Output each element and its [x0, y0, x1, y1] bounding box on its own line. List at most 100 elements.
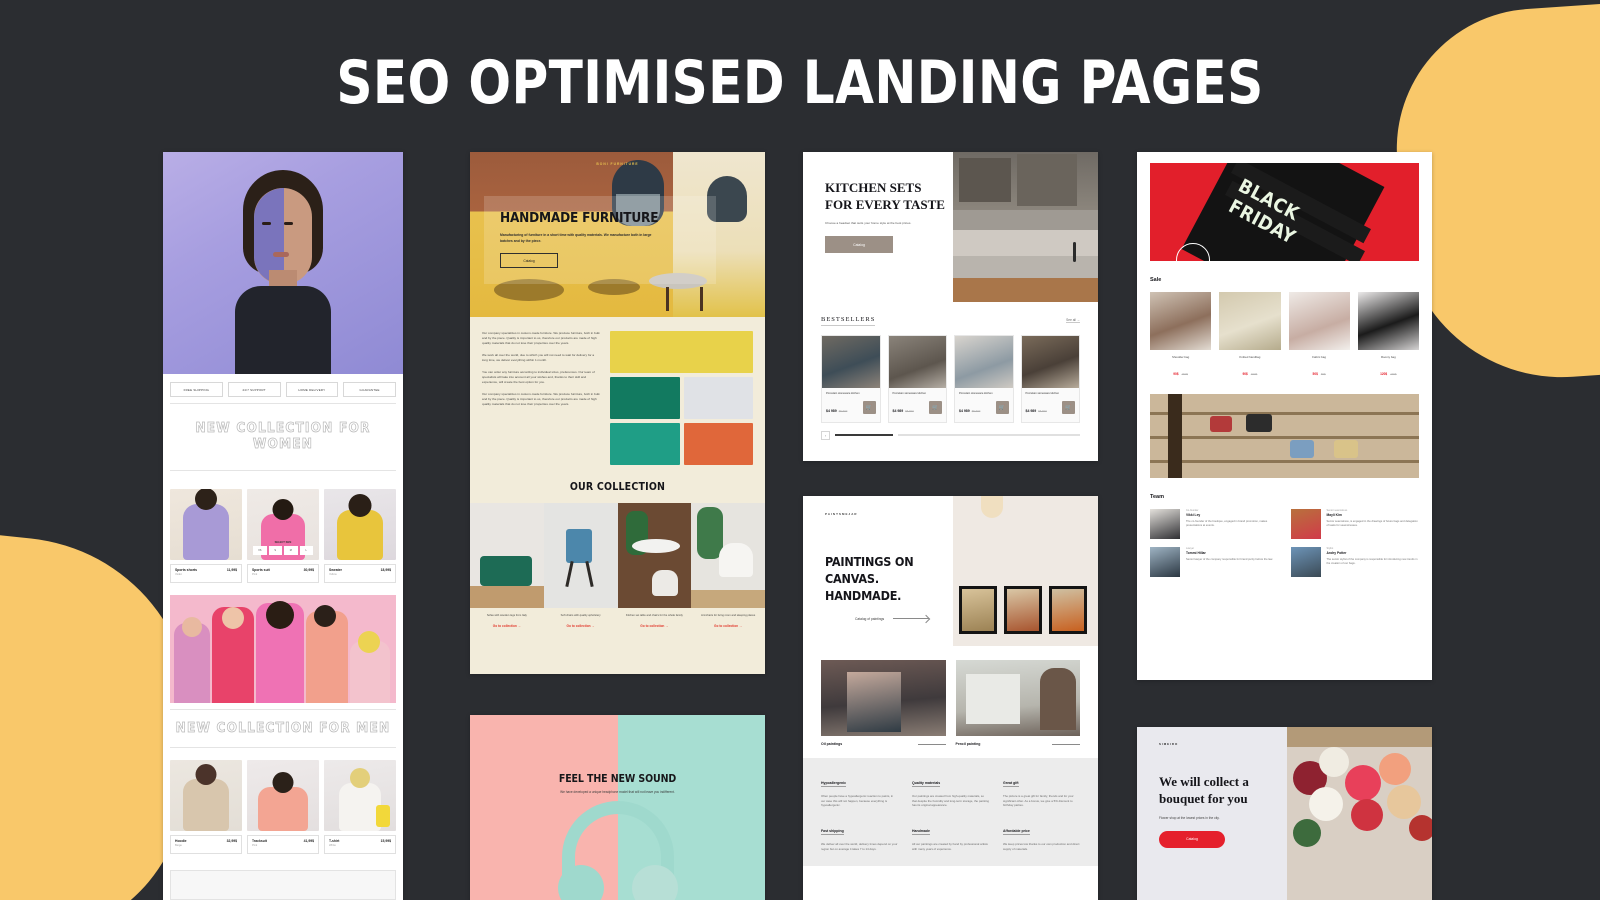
- sound-subtitle: We have developed a unique headphone mod…: [560, 790, 675, 794]
- women-products-grid: Sports shorts Violet 11,99$ SELECT SIZE …: [163, 489, 403, 583]
- product-card[interactable]: Sweater Yellow 18,99$: [324, 489, 396, 583]
- furniture-hero-overlay: HANDMADE FURNITURE Manufacturing of furn…: [484, 196, 716, 285]
- bestseller-name: Porcelain stoneware kitchen: [892, 392, 927, 395]
- bag-product-card[interactable]: Shoulder bag 90$ 150$: [1150, 292, 1212, 380]
- collection-link[interactable]: Go to collection →: [544, 624, 618, 637]
- bestsellers-pagination[interactable]: ‹: [803, 423, 1098, 440]
- product-price: 18,99$: [380, 568, 391, 572]
- landing-card-flowers[interactable]: SIMEIRO We will collect a bouquet for yo…: [1137, 727, 1432, 900]
- cart-icon[interactable]: 🛒: [995, 401, 1009, 414]
- product-card[interactable]: T-shirt White 15,99$: [324, 760, 396, 854]
- collection-item[interactable]: Sofas with wooden legs from Italy Go to …: [470, 503, 544, 637]
- lamp-illustration: [981, 496, 1003, 518]
- bag-product-card[interactable]: Fabric bag 50$ 80$: [1288, 292, 1350, 380]
- bestseller-name: Porcelain stoneware kitchen: [826, 392, 860, 395]
- size-label: SELECT SIZE: [274, 541, 292, 544]
- size-option[interactable]: XS: [253, 546, 267, 555]
- progress-bar-active: [835, 434, 893, 436]
- team-role: Senior seamstress: [1326, 509, 1348, 512]
- bestseller-card[interactable]: Porcelain stoneware kitchen $4 989 $5 600…: [887, 335, 947, 423]
- product-price: 41,99$: [303, 839, 314, 843]
- product-color: White: [329, 844, 336, 847]
- feature-block: Fast shipping We deliver all over the wo…: [821, 819, 898, 851]
- size-option[interactable]: M: [284, 546, 298, 555]
- collection-link[interactable]: Go to collection →: [691, 624, 765, 637]
- bag-name: Shoulder bag: [1172, 355, 1190, 359]
- landing-card-bags[interactable]: BLACK FRIDAY Sale Shoulder bag 90$ 150$ K…: [1137, 152, 1432, 680]
- feature-chip[interactable]: FREE SHIPPING: [170, 382, 223, 397]
- product-card[interactable]: SELECT SIZE XS S M L Sports suit Pink 30…: [247, 489, 319, 583]
- team-title: Team: [1150, 494, 1164, 500]
- collection-item[interactable]: Armchairs for living room and sleeping p…: [691, 503, 765, 637]
- feature-chip[interactable]: GUARANTEE: [343, 382, 396, 397]
- landing-card-furniture[interactable]: BONI FURNITURE HANDMADE FURNITURE Manufa…: [470, 152, 765, 674]
- sound-title: FEEL THE NEW SOUND: [558, 773, 677, 785]
- feature-block: Handmade All our paintings are created b…: [912, 819, 989, 851]
- bag-name: Roomy bag: [1380, 355, 1396, 359]
- landing-card-paintings[interactable]: PAINTSMEJAR PAINTINGS ON CANVAS. HANDMAD…: [803, 496, 1098, 900]
- cart-icon[interactable]: 🛒: [1062, 401, 1075, 414]
- bestsellers-header: BESTSELLERS See all →: [803, 302, 1098, 326]
- furniture-catalog-button[interactable]: Catalog: [500, 253, 558, 269]
- bestseller-old-price: $5 600: [905, 408, 914, 413]
- size-option[interactable]: L: [299, 546, 313, 555]
- product-price: 30,99$: [303, 568, 314, 572]
- bestseller-card[interactable]: Porcelain stoneware kitchen $4 989 $5 600…: [1020, 335, 1080, 423]
- product-name: Sweater: [329, 568, 343, 572]
- chevron-left-icon[interactable]: ‹: [821, 430, 830, 440]
- landing-card-sound[interactable]: FEEL THE NEW SOUND We have developed a u…: [470, 715, 765, 900]
- furniture-brand: BONI FURNITURE: [596, 162, 639, 166]
- product-name: Tracksuit: [252, 839, 267, 843]
- product-card[interactable]: Sports shorts Violet 11,99$: [170, 489, 242, 583]
- bestseller-old-price: $5 600: [1038, 408, 1047, 413]
- team-member: Senior seamstress Mayli Kim Senior seams…: [1290, 509, 1420, 539]
- bags-grid: Shoulder bag 90$ 150$ Knitted handbag 90$…: [1137, 283, 1432, 380]
- product-card[interactable]: Hoodie Beige 32,99$: [170, 760, 242, 854]
- paintings-catalog-link[interactable]: Catalog of paintings: [855, 617, 953, 621]
- painting-category[interactable]: Pencil painting: [955, 660, 1080, 746]
- painting-category-name: Pencil painting: [955, 742, 981, 746]
- bestseller-card[interactable]: Porcelain stoneware kitchen $4 989 $5 600…: [954, 335, 1014, 423]
- bouquet-image: [1287, 727, 1432, 900]
- painting-category[interactable]: Oil paintings: [821, 660, 946, 746]
- kitchen-hero-text: KITCHEN SETS FOR EVERY TASTE Choose a he…: [803, 152, 953, 302]
- team-name: Vikki Ley: [1186, 513, 1201, 517]
- kitchen-catalog-button[interactable]: Catalog: [825, 236, 893, 254]
- cart-icon[interactable]: 🛒: [929, 401, 942, 414]
- product-name: Hoodie: [175, 839, 187, 843]
- cart-icon[interactable]: 🛒: [862, 401, 876, 414]
- bag-price: 90$: [1242, 372, 1248, 376]
- feature-chip[interactable]: 24/7 SUPPORT: [227, 382, 281, 397]
- landing-card-fashion[interactable]: FREE SHIPPING 24/7 SUPPORT HOME DELIVERY…: [163, 152, 403, 900]
- size-option[interactable]: S: [268, 546, 282, 555]
- landing-card-kitchen[interactable]: KITCHEN SETS FOR EVERY TASTE Choose a he…: [803, 152, 1098, 461]
- collection-item[interactable]: Kitchen set table and chairs for the who…: [617, 503, 692, 637]
- bestseller-old-price: $5 600: [838, 408, 848, 413]
- portrait-illustration: [229, 169, 337, 374]
- collection-link[interactable]: Go to collection →: [470, 624, 544, 637]
- product-price: 32,99$: [226, 839, 237, 843]
- product-card[interactable]: Tracksuit Pink 41,99$: [247, 760, 319, 854]
- feature-title: Affordable price: [1003, 829, 1030, 836]
- product-name: Sports shorts: [175, 568, 198, 572]
- arrow-right-icon[interactable]: [1052, 743, 1080, 745]
- store-interior-image: [1150, 394, 1419, 478]
- collection-item[interactable]: Soft chairs with quality upholstery Go t…: [543, 503, 618, 637]
- paintings-title-line1: PAINTINGS ON: [825, 554, 914, 569]
- arrow-right-icon[interactable]: [917, 743, 946, 745]
- cards-board: FREE SHIPPING 24/7 SUPPORT HOME DELIVERY…: [0, 0, 1600, 900]
- bag-product-card[interactable]: Roomy bag 120$ 190$: [1357, 292, 1419, 380]
- see-all-link[interactable]: See all →: [1066, 318, 1080, 323]
- bestseller-card[interactable]: Porcelain stoneware kitchen $4 989 $5 600…: [821, 335, 881, 423]
- team-name: Andry Potter: [1326, 551, 1347, 555]
- page-title: SEO OPTIMISED LANDING PAGES: [336, 48, 1264, 118]
- feature-text: Often people have a hypoallergenic react…: [821, 794, 894, 808]
- size-selector[interactable]: XS S M L: [253, 546, 313, 555]
- bag-old-price: 190$: [1390, 372, 1397, 376]
- flowers-catalog-button[interactable]: Catalog: [1159, 830, 1225, 848]
- bestsellers-grid: Porcelain stoneware kitchen $4 989 $5 600…: [803, 326, 1098, 423]
- collection-link[interactable]: Go to collection →: [618, 624, 692, 637]
- bag-product-card[interactable]: Knitted handbag 90$ 150$: [1219, 292, 1281, 380]
- team-bio: The co-founder of the boutique, engaged …: [1186, 520, 1268, 528]
- feature-chip[interactable]: HOME DELIVERY: [285, 382, 339, 397]
